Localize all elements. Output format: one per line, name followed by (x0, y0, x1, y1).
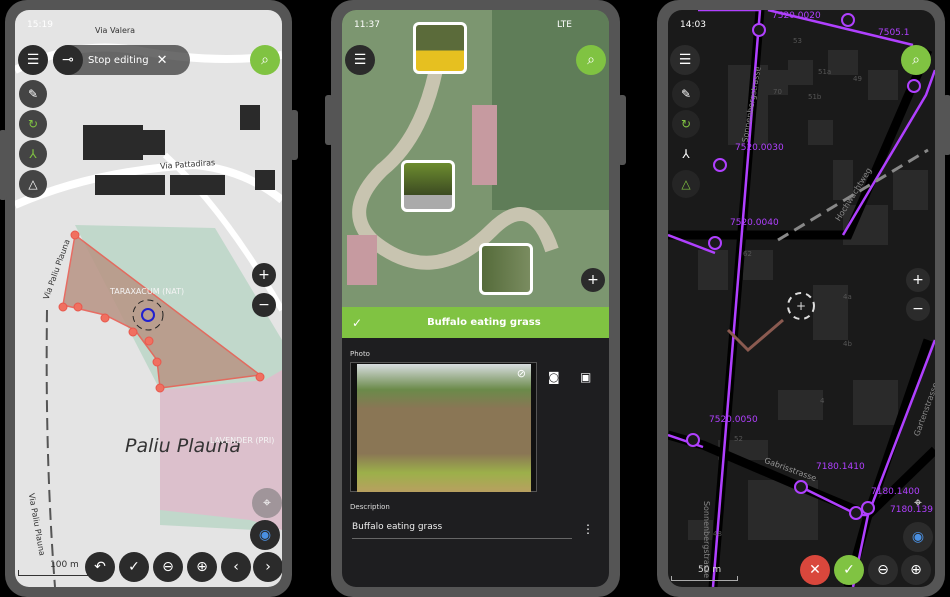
stop-editing-bar: ⊸ Stop editing ✕ (53, 45, 190, 75)
photo-label: Photo (350, 350, 370, 358)
scale-bar-line (18, 570, 88, 576)
next-vertex-button[interactable]: › (253, 552, 282, 582)
building-number: 51b (808, 93, 822, 101)
geometry-icon[interactable]: △ (672, 170, 700, 198)
area-label: TARAXACUM (NAT) (110, 287, 185, 296)
more-vert-icon[interactable]: ⋮ (582, 522, 594, 536)
search-button[interactable]: ⌕ (576, 45, 606, 75)
form-header: ✓ Buffalo eating grass (342, 307, 609, 338)
gallery-icon[interactable]: ▣ (580, 370, 591, 384)
building-number: 4a (843, 293, 852, 301)
check-icon[interactable]: ✓ (352, 316, 362, 330)
snapping-icon[interactable]: ↻ (19, 110, 47, 138)
menu-button[interactable]: ☰ (345, 45, 375, 75)
description-label: Description (350, 503, 390, 511)
phone-side-button (325, 95, 333, 145)
svg-text:+: + (796, 299, 806, 313)
segment-label: 7520.0050 (709, 415, 758, 425)
confirm-button[interactable]: ✓ (834, 555, 864, 585)
phone-side-button (618, 95, 626, 165)
building-number: 62 (743, 250, 752, 258)
crosshair-button[interactable]: ⌖ (903, 488, 933, 518)
edit-attributes-icon[interactable]: ✎ (19, 80, 47, 108)
zoom-in-button[interactable]: + (252, 263, 276, 287)
building-number: 49 (853, 75, 862, 83)
photo-marker[interactable] (413, 22, 467, 74)
phone-1: Via Valera Via Pattadiras Via Paliu Plau… (0, 0, 298, 597)
previous-vertex-button[interactable]: ‹ (221, 552, 251, 582)
photo-image (357, 364, 531, 492)
menu-button[interactable]: ☰ (670, 45, 700, 75)
topology-icon[interactable]: ⅄ (19, 140, 47, 168)
segment-label: 7180.1410 (816, 462, 865, 472)
zoom-in-button[interactable]: + (581, 268, 605, 292)
phone-side-button (943, 95, 950, 155)
map-canvas[interactable]: 11:37 LTE ☰ ⌕ + ✓ Buffalo eating grass P… (342, 10, 609, 587)
zoom-out-button[interactable]: − (252, 293, 276, 317)
close-icon[interactable]: ✕ (157, 53, 168, 68)
description-input[interactable]: Buffalo eating grass (352, 522, 572, 539)
segment-label: 7505.1 (878, 28, 910, 38)
vertex-tool-icon[interactable]: ⊸ (53, 45, 83, 75)
map-canvas[interactable]: Via Valera Via Pattadiras Via Paliu Plau… (15, 10, 282, 587)
camera-icon[interactable]: ◙ (548, 370, 560, 384)
map-svg (15, 43, 282, 587)
photo-field[interactable]: ⊘ (350, 362, 537, 492)
status-time: 15:19 (27, 20, 53, 30)
map-canvas[interactable]: + 7520.0020 7505.1 7520.0030 7520.0040 7… (668, 10, 935, 587)
form-title: Buffalo eating grass (427, 317, 541, 328)
location-button[interactable]: ◉ (250, 520, 280, 550)
geotag-off-icon[interactable]: ⊘ (517, 367, 526, 380)
status-time: 11:37 (354, 20, 380, 30)
segment-label: 7520.0040 (730, 218, 779, 228)
status-time: 14:03 (680, 20, 706, 30)
topology-icon[interactable]: ⅄ (672, 140, 700, 168)
status-network: LTE (557, 20, 572, 30)
segment-label: 7520.0020 (772, 11, 821, 21)
cancel-button[interactable]: ✕ (800, 555, 830, 585)
area-label: LAVENDER (PRI) (210, 436, 275, 445)
stop-editing-label[interactable]: Stop editing (88, 55, 149, 66)
phone-side-button (290, 110, 298, 160)
location-button[interactable]: ◉ (903, 522, 933, 552)
edit-attributes-icon[interactable]: ✎ (672, 80, 700, 108)
building-number: 4b (843, 340, 852, 348)
street-label: Via Valera (95, 26, 136, 35)
search-button[interactable]: ⌕ (901, 45, 931, 75)
building-number: 4 (820, 397, 825, 405)
aerial-svg (347, 10, 609, 285)
phone-2: 11:37 LTE ☰ ⌕ + ✓ Buffalo eating grass P… (325, 0, 626, 597)
building-number: 48 (713, 530, 722, 538)
building-number: 70 (773, 88, 782, 96)
gps-crosshair-button[interactable]: ⌖ (252, 488, 282, 518)
undo-button[interactable]: ↶ (85, 552, 115, 582)
photo-marker[interactable] (479, 243, 533, 295)
phone-3: + 7520.0020 7505.1 7520.0030 7520.0040 7… (657, 0, 950, 597)
zoom-out-button[interactable]: ⊖ (868, 555, 898, 585)
snapping-icon[interactable]: ↻ (672, 110, 700, 138)
aerial-map[interactable] (342, 10, 609, 308)
building-number: 51a (818, 68, 832, 76)
add-vertex-button[interactable]: ⊕ (187, 552, 217, 582)
search-button[interactable]: ⌕ (250, 45, 280, 75)
remove-vertex-button[interactable]: ⊖ (153, 552, 183, 582)
segment-label: 7520.0030 (735, 143, 784, 153)
scale-bar-line (671, 576, 738, 581)
zoom-in-button[interactable]: ⊕ (901, 555, 931, 585)
scale-bar: 50 m (698, 565, 722, 575)
building-number: 53 (793, 37, 802, 45)
building-number: 52 (734, 435, 743, 443)
menu-button[interactable]: ☰ (18, 45, 48, 75)
geometry-icon[interactable]: △ (19, 170, 47, 198)
zoom-out-button[interactable]: − (906, 297, 930, 321)
scale-bar: 100 m (50, 560, 79, 570)
confirm-button[interactable]: ✓ (119, 552, 149, 582)
photo-marker[interactable] (401, 160, 455, 212)
phone-side-button (0, 130, 7, 200)
zoom-in-button[interactable]: + (906, 268, 930, 292)
